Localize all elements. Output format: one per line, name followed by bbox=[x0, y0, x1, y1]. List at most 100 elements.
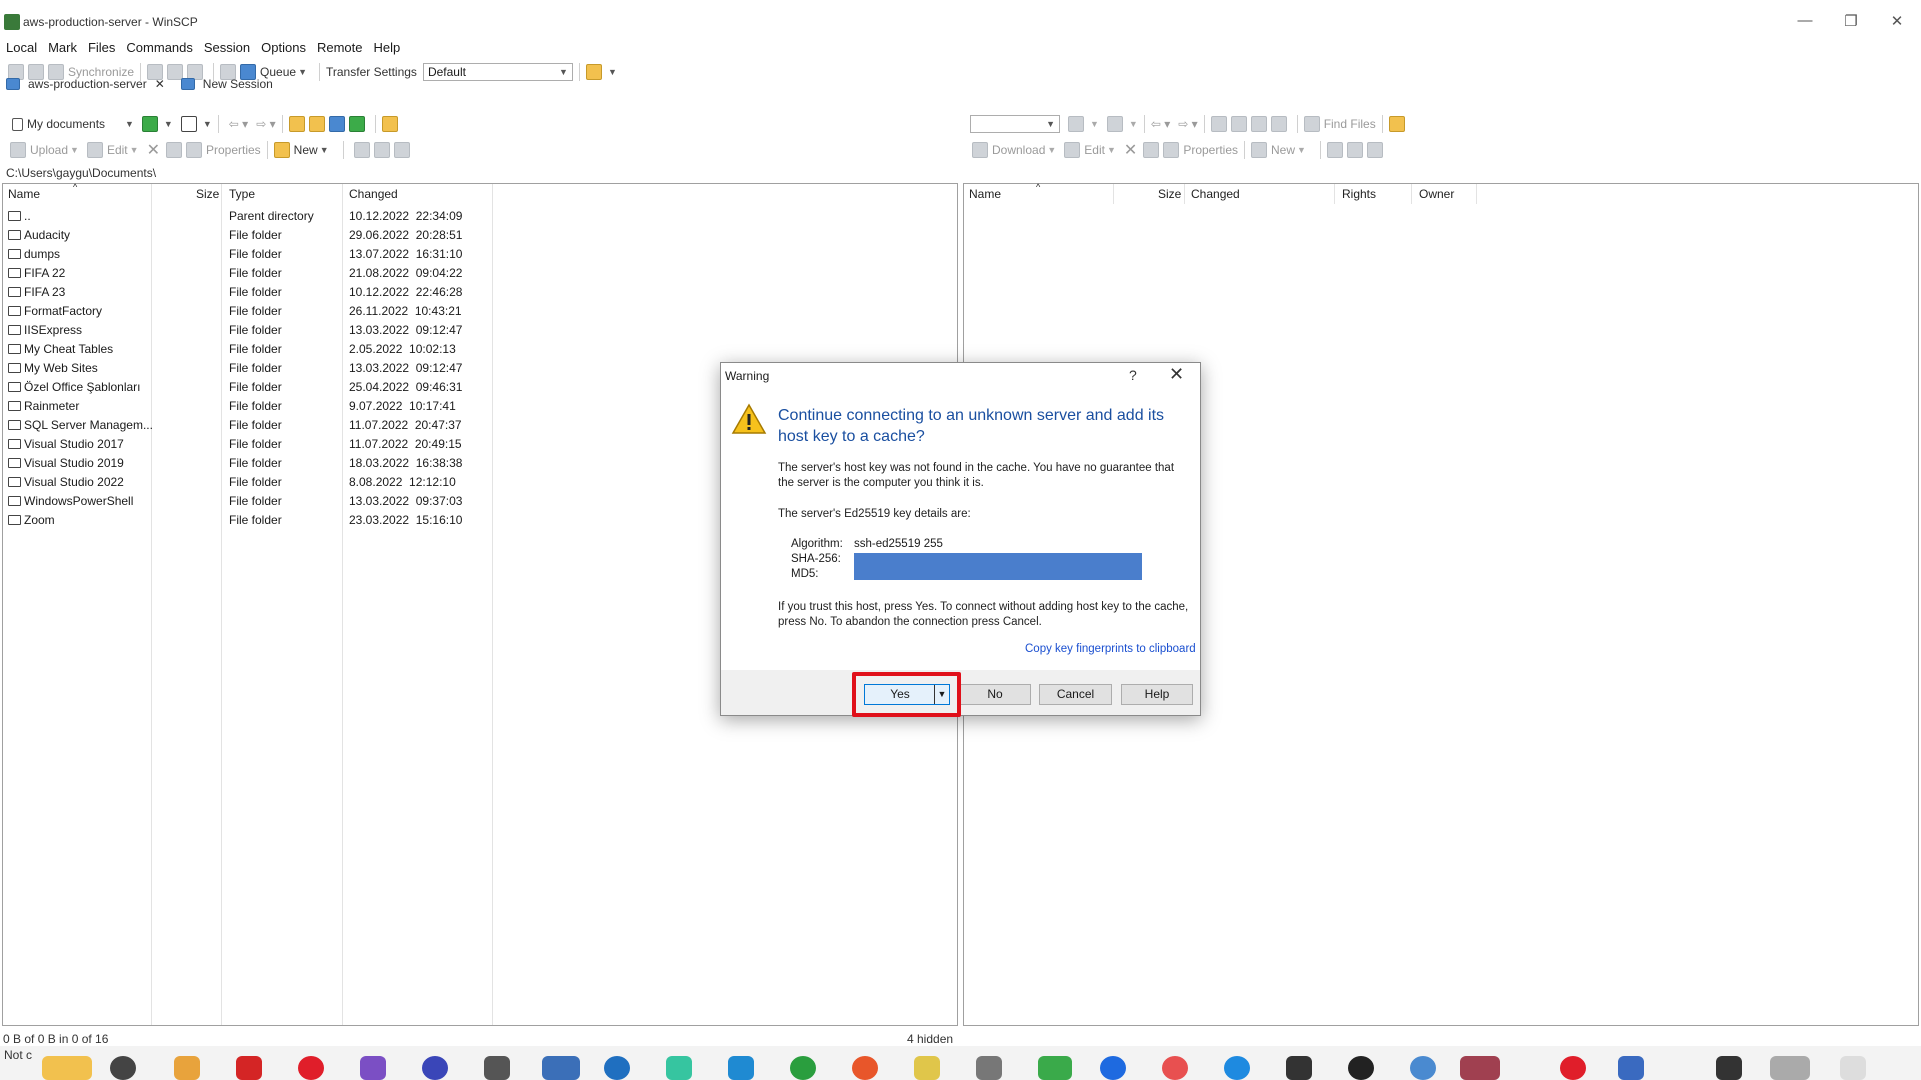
app-icon[interactable] bbox=[1348, 1056, 1374, 1080]
menu-mark[interactable]: Mark bbox=[48, 40, 77, 55]
chevron-down-icon[interactable]: ▼ bbox=[298, 67, 307, 77]
forward-icon[interactable]: ⇨ ▾ bbox=[1178, 117, 1197, 131]
edit-icon[interactable] bbox=[1064, 142, 1081, 158]
edit-button[interactable]: Edit bbox=[107, 143, 128, 157]
menu-session[interactable]: Session bbox=[204, 40, 250, 55]
dialog-close-icon[interactable]: ✕ bbox=[1169, 364, 1184, 385]
minimize-icon[interactable]: — bbox=[1790, 12, 1820, 32]
back-icon[interactable]: ⇦ ▾ bbox=[1151, 117, 1170, 131]
open-folder-icon[interactable] bbox=[1068, 116, 1084, 132]
parent-directory-icon[interactable] bbox=[1210, 116, 1227, 132]
chevron-down-icon[interactable]: ▼ bbox=[130, 145, 139, 155]
edit-button[interactable]: Edit bbox=[1084, 143, 1105, 157]
visual-studio-icon[interactable] bbox=[360, 1056, 386, 1080]
chevron-down-icon[interactable]: ▼ bbox=[125, 119, 134, 129]
app-icon[interactable] bbox=[852, 1056, 878, 1080]
app-icon[interactable] bbox=[976, 1056, 1002, 1080]
edge-icon[interactable] bbox=[604, 1056, 630, 1080]
properties-button[interactable]: Properties bbox=[206, 143, 261, 157]
app-icon[interactable] bbox=[236, 1056, 262, 1080]
download-icon[interactable] bbox=[972, 142, 988, 158]
properties-icon[interactable] bbox=[1163, 142, 1180, 158]
app-icon[interactable] bbox=[484, 1056, 510, 1080]
table-row[interactable]: My Cheat Tables File folder 2.05.2022 10:0… bbox=[3, 340, 957, 359]
root-directory-icon[interactable] bbox=[1230, 116, 1247, 132]
table-row[interactable]: FIFA 22 File folder 21.08.2022 09:04:22 bbox=[3, 264, 957, 283]
refresh-icon[interactable] bbox=[1270, 116, 1287, 132]
table-row[interactable]: dumps File folder 13.07.2022 16:31:10 bbox=[3, 245, 957, 264]
parent-directory-icon[interactable] bbox=[288, 116, 305, 132]
rename-icon[interactable] bbox=[165, 142, 182, 158]
chevron-down-icon[interactable]: ▼ bbox=[70, 145, 79, 155]
filter-icon[interactable] bbox=[180, 116, 197, 132]
file-explorer-icon[interactable] bbox=[42, 1056, 92, 1080]
edit-icon[interactable] bbox=[86, 142, 103, 158]
local-path[interactable]: C:\Users\gaygu\Documents\ bbox=[6, 166, 156, 180]
app-icon[interactable] bbox=[1840, 1056, 1866, 1080]
app-icon[interactable] bbox=[1410, 1056, 1436, 1080]
menu-local[interactable]: Local bbox=[6, 40, 37, 55]
column-size[interactable]: Size bbox=[1158, 187, 1181, 201]
upload-icon[interactable] bbox=[10, 142, 26, 158]
unselect-icon[interactable] bbox=[1346, 142, 1363, 158]
home-icon[interactable] bbox=[1250, 116, 1267, 132]
vscode-icon[interactable] bbox=[728, 1056, 754, 1080]
column-type[interactable]: Type bbox=[229, 187, 255, 201]
app-icon[interactable] bbox=[914, 1056, 940, 1080]
app-icon[interactable] bbox=[1100, 1056, 1126, 1080]
transfer-settings-select[interactable]: Default ▼ bbox=[422, 63, 573, 81]
column-changed[interactable]: Changed bbox=[1191, 187, 1240, 201]
select-all-icon[interactable] bbox=[353, 142, 370, 158]
chevron-down-icon[interactable]: ▼ bbox=[1107, 145, 1116, 155]
preferences-icon[interactable] bbox=[585, 64, 602, 80]
app-icon[interactable] bbox=[1162, 1056, 1188, 1080]
tab-new-session[interactable]: New Session bbox=[203, 77, 273, 91]
unselect-icon[interactable] bbox=[373, 142, 390, 158]
chevron-down-icon[interactable]: ▼ bbox=[320, 145, 329, 155]
chrome-icon[interactable] bbox=[790, 1056, 816, 1080]
chevron-down-icon[interactable]: ▼ bbox=[608, 67, 617, 77]
open-folder-icon[interactable] bbox=[141, 116, 158, 132]
rename-icon[interactable] bbox=[1143, 142, 1160, 158]
help-button[interactable]: Help bbox=[1121, 684, 1193, 705]
upload-button[interactable]: Upload bbox=[30, 143, 68, 157]
app-icon[interactable] bbox=[422, 1056, 448, 1080]
column-name[interactable]: Name bbox=[969, 187, 1001, 201]
chevron-down-icon[interactable]: ▼ bbox=[1047, 145, 1056, 155]
search-icon[interactable] bbox=[1303, 116, 1320, 132]
app-icon[interactable] bbox=[1224, 1056, 1250, 1080]
menu-help[interactable]: Help bbox=[373, 40, 400, 55]
column-rights[interactable]: Rights bbox=[1342, 187, 1376, 201]
opera-icon[interactable] bbox=[1560, 1056, 1586, 1080]
new-button[interactable]: New bbox=[294, 143, 318, 157]
column-owner[interactable]: Owner bbox=[1419, 187, 1454, 201]
app-grid-icon[interactable] bbox=[174, 1056, 200, 1080]
download-button[interactable]: Download bbox=[992, 143, 1045, 157]
remote-location-select[interactable]: ▼ bbox=[970, 115, 1060, 133]
opera-icon[interactable] bbox=[298, 1056, 324, 1080]
chevron-down-icon[interactable]: ▼ bbox=[1129, 119, 1138, 129]
fingerprint-selection[interactable] bbox=[854, 553, 1142, 580]
close-icon[interactable]: ✕ bbox=[1882, 12, 1912, 32]
menu-remote[interactable]: Remote bbox=[317, 40, 363, 55]
table-row[interactable]: FormatFactory File folder 26.11.2022 10:43… bbox=[3, 302, 957, 321]
back-icon[interactable]: ⇦ ▾ bbox=[229, 117, 248, 131]
app-icon[interactable] bbox=[1460, 1056, 1500, 1080]
properties-icon[interactable] bbox=[185, 142, 202, 158]
chevron-down-icon[interactable]: ▼ bbox=[164, 119, 173, 129]
properties-button[interactable]: Properties bbox=[1183, 143, 1238, 157]
app-icon[interactable] bbox=[1618, 1056, 1644, 1080]
local-location[interactable]: My documents bbox=[27, 117, 123, 131]
chevron-down-icon[interactable]: ▼ bbox=[1090, 119, 1099, 129]
table-row[interactable]: Audacity File folder 29.06.2022 20:28:51 bbox=[3, 226, 957, 245]
new-icon[interactable] bbox=[273, 142, 290, 158]
column-name[interactable]: Name bbox=[8, 187, 40, 201]
tree-icon[interactable] bbox=[1388, 116, 1405, 132]
filter-icon[interactable] bbox=[1366, 142, 1383, 158]
new-button[interactable]: New bbox=[1271, 143, 1295, 157]
settings-icon[interactable] bbox=[110, 1056, 136, 1080]
home-icon[interactable] bbox=[328, 116, 345, 132]
restore-icon[interactable]: ❐ bbox=[1836, 12, 1866, 32]
filter-icon[interactable] bbox=[393, 142, 410, 158]
find-files-button[interactable]: Find Files bbox=[1324, 117, 1376, 131]
